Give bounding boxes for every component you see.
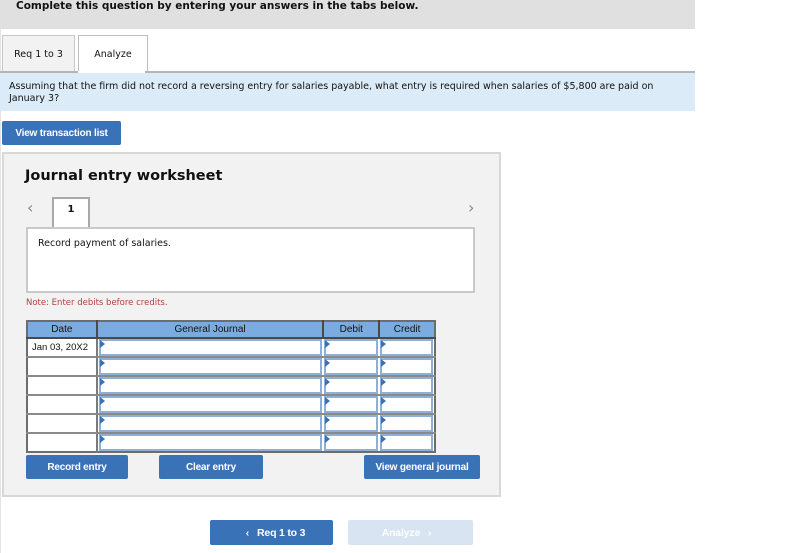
account-input[interactable] <box>98 415 323 432</box>
entry-tab-label: 1 <box>67 204 75 215</box>
credit-input[interactable] <box>380 358 433 375</box>
account-input[interactable] <box>98 434 323 451</box>
entry-tab-1[interactable]: 1 <box>52 197 90 227</box>
credit-input[interactable] <box>380 415 433 432</box>
debit-input[interactable] <box>324 434 379 451</box>
date-cell[interactable] <box>27 376 98 396</box>
button-label: Record entry <box>47 461 107 473</box>
credit-column <box>379 433 435 452</box>
next-requirement-button: Analyze › <box>348 520 473 545</box>
account-column <box>96 395 324 415</box>
account-column <box>96 338 324 358</box>
date-cell[interactable] <box>27 395 98 415</box>
account-column <box>96 376 324 396</box>
table-row <box>27 395 435 415</box>
column-header-debit: Debit <box>323 321 381 339</box>
prev-requirement-button[interactable]: ‹ Req 1 to 3 <box>210 520 333 545</box>
button-label: View transaction list <box>15 127 108 139</box>
table-row <box>27 433 435 452</box>
table-row <box>27 357 435 377</box>
credit-column <box>379 338 435 358</box>
credit-column <box>379 357 435 377</box>
button-label: View general journal <box>375 461 469 473</box>
credit-input[interactable] <box>380 377 433 394</box>
credit-column <box>379 395 435 415</box>
tab-label: Analyze <box>94 49 132 60</box>
table-row <box>27 376 435 396</box>
debit-column <box>323 338 380 358</box>
credit-input[interactable] <box>380 339 433 356</box>
button-label: Clear entry <box>185 461 237 473</box>
column-header-general-journal: General Journal <box>96 321 325 339</box>
account-input[interactable] <box>98 358 323 375</box>
record-entry-button[interactable]: Record entry <box>26 455 128 479</box>
worksheet-title: Journal entry worksheet <box>25 168 223 184</box>
journal-table: Date General Journal Debit Credit Jan 03… <box>26 320 436 453</box>
debit-column <box>323 395 380 415</box>
requirement-tabs: Req 1 to 3 Analyze <box>2 35 695 73</box>
credit-input[interactable] <box>380 434 433 451</box>
tab-req-1-to-3[interactable]: Req 1 to 3 <box>2 35 75 72</box>
view-general-journal-button[interactable]: View general journal <box>364 455 480 479</box>
debit-column <box>323 433 379 452</box>
chevron-left-icon: ‹ <box>245 526 250 539</box>
date-cell[interactable] <box>27 433 98 452</box>
account-input[interactable] <box>98 339 323 356</box>
instruction-text: Complete this question by entering your … <box>16 0 419 12</box>
column-header-credit: Credit <box>379 321 435 339</box>
account-input[interactable] <box>98 396 323 413</box>
debit-column <box>323 376 380 396</box>
column-header-date: Date <box>27 321 98 339</box>
date-cell[interactable] <box>27 357 98 377</box>
date-cell[interactable]: Jan 03, 20X2 <box>27 338 98 358</box>
date-cell[interactable] <box>27 414 98 434</box>
credit-column <box>379 414 435 434</box>
debit-input[interactable] <box>324 358 379 375</box>
debit-input[interactable] <box>324 339 379 356</box>
debit-input[interactable] <box>324 415 379 432</box>
chevron-right-icon[interactable]: › <box>468 198 474 217</box>
account-column <box>97 433 324 452</box>
debit-input[interactable] <box>324 377 379 394</box>
credit-column <box>379 376 435 396</box>
table-row <box>27 414 435 434</box>
debit-input[interactable] <box>324 396 379 413</box>
account-column <box>96 414 324 434</box>
tab-analyze[interactable]: Analyze <box>78 35 148 73</box>
question-prompt: Assuming that the firm did not record a … <box>0 73 695 111</box>
entry-description: Record payment of salaries. <box>26 227 475 293</box>
description-text: Record payment of salaries. <box>38 238 171 249</box>
note-text: Note: Enter debits before credits. <box>26 298 168 308</box>
button-label: Analyze <box>381 526 420 539</box>
tab-label: Req 1 to 3 <box>14 48 63 60</box>
journal-entry-worksheet: Journal entry worksheet ‹ › 1 Record pay… <box>2 152 501 497</box>
debit-column <box>323 414 380 434</box>
table-header-row: Date General Journal Debit Credit <box>27 321 435 339</box>
question-text: Assuming that the firm did not record a … <box>9 81 654 104</box>
view-transaction-list-button[interactable]: View transaction list <box>2 121 121 145</box>
chevron-right-icon: › <box>428 526 432 539</box>
clear-entry-button[interactable]: Clear entry <box>159 455 263 479</box>
instruction-bar: Complete this question by entering your … <box>0 0 695 29</box>
account-input[interactable] <box>98 377 323 394</box>
credit-input[interactable] <box>380 396 433 413</box>
account-column <box>96 357 324 377</box>
debit-column <box>323 357 380 377</box>
table-row: Jan 03, 20X2 <box>27 338 435 358</box>
button-label: Req 1 to 3 <box>257 526 306 539</box>
chevron-left-icon[interactable]: ‹ <box>27 198 33 217</box>
